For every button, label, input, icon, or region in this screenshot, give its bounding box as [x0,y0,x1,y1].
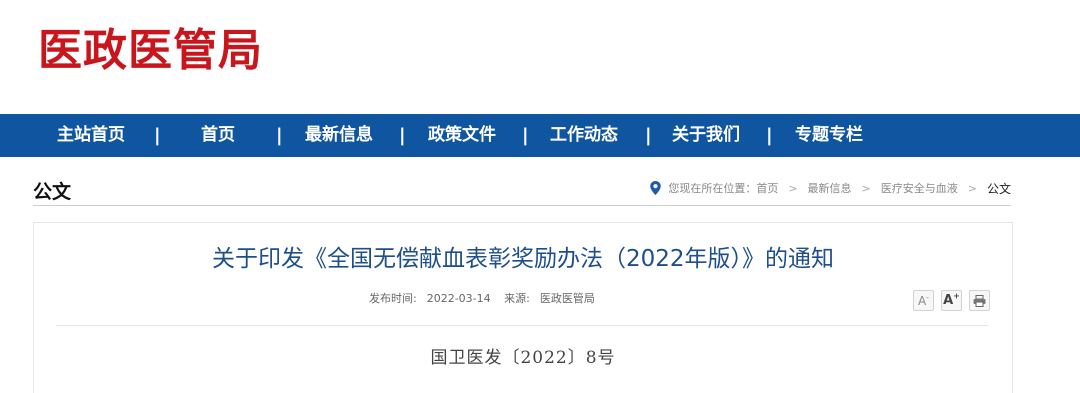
nav-separator: | [766,125,773,146]
location-pin-icon [650,181,662,195]
source-label: 来源: [504,292,530,305]
breadcrumb-current[interactable]: 公文 [987,180,1011,197]
nav-item-policy[interactable]: 政策文件 [428,114,496,157]
article-meta: 发布时间: 2022-03-14 来源: 医政医管局 [369,290,605,306]
nav-separator: | [399,125,406,146]
article-panel: 关于印发《全国无偿献血表彰奖励办法（2022年版）》的通知 发布时间: 2022-… [33,222,1013,393]
section-title: 公文 [33,181,72,203]
nav-item-main-home[interactable]: 主站首页 [57,114,125,157]
breadcrumb-separator: > [967,181,977,195]
font-decrease-button[interactable]: A- [913,290,934,311]
breadcrumb-separator: > [861,181,871,195]
breadcrumb-item-home[interactable]: 首页 [756,180,778,196]
nav-item-about[interactable]: 关于我们 [672,114,740,157]
article-divider [56,325,988,326]
breadcrumb-prefix: 您现在所在位置： [668,182,757,195]
site-logo[interactable]: 医政医管局 [38,22,263,80]
document-number: 国卫医发〔2022〕8号 [430,348,616,368]
breadcrumb-item-blood-safety[interactable]: 医疗安全与血液 [881,180,958,196]
nav-separator: | [522,125,529,146]
publish-date: 2022-03-14 [426,292,491,305]
font-decrease-icon: A- [917,292,930,308]
nav-item-latest[interactable]: 最新信息 [305,114,373,157]
font-increase-button[interactable]: A+ [941,290,962,311]
section-divider [33,205,1011,206]
breadcrumb-item-latest[interactable]: 最新信息 [808,180,852,196]
print-button[interactable] [969,290,990,311]
nav-separator: | [154,125,161,146]
article-title: 关于印发《全国无偿献血表彰奖励办法（2022年版）》的通知 [211,246,835,272]
nav-item-topics[interactable]: 专题专栏 [795,114,863,157]
article-tools: A- A+ [913,290,990,311]
print-icon [973,294,986,307]
nav-separator: | [645,125,652,146]
nav-item-home[interactable]: 首页 [201,114,235,157]
breadcrumb-separator: > [788,181,798,195]
source-value: 医政医管局 [539,292,595,305]
nav-separator: | [276,125,283,146]
breadcrumb: 您现在所在位置： 首页 > 最新信息 > 医疗安全与血液 > 公文 [650,178,1011,198]
font-increase-icon: A+ [943,291,960,308]
publish-label: 发布时间: [369,292,417,305]
main-nav: 主站首页 | 首页 | 最新信息 | 政策文件 | 工作动态 | 关于我们 | … [0,114,1080,157]
nav-item-work-news[interactable]: 工作动态 [550,114,618,157]
